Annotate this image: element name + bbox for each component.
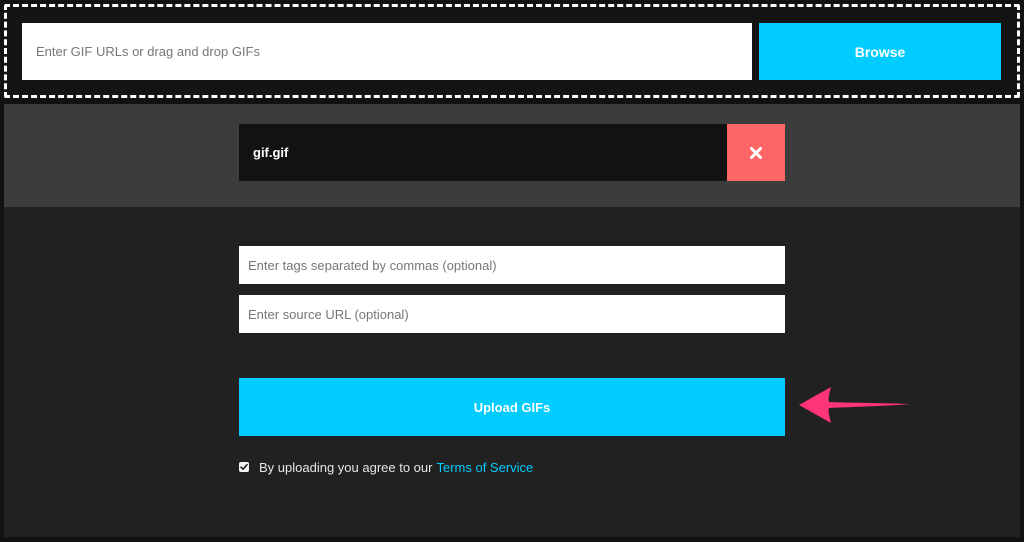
terms-agreement: By uploading you agree to our Terms of S… (239, 459, 533, 475)
close-icon (750, 146, 762, 159)
remove-file-button[interactable] (727, 124, 785, 181)
file-item: gif.gif (239, 124, 727, 181)
agree-checkbox[interactable] (239, 462, 249, 472)
file-name: gif.gif (253, 145, 289, 160)
gif-url-input[interactable] (22, 23, 752, 80)
tags-input[interactable] (239, 246, 785, 284)
terms-of-service-link[interactable]: Terms of Service (436, 460, 533, 475)
upload-gifs-button[interactable]: Upload GIFs (239, 378, 785, 436)
check-icon (240, 463, 248, 470)
gif-upload-page: Browse gif.gif Upload GIFs By uploading … (0, 0, 1024, 542)
arrow-left-icon (799, 387, 911, 423)
browse-button[interactable]: Browse (759, 23, 1001, 80)
source-url-input[interactable] (239, 295, 785, 333)
agree-text: By uploading you agree to our (259, 459, 433, 475)
